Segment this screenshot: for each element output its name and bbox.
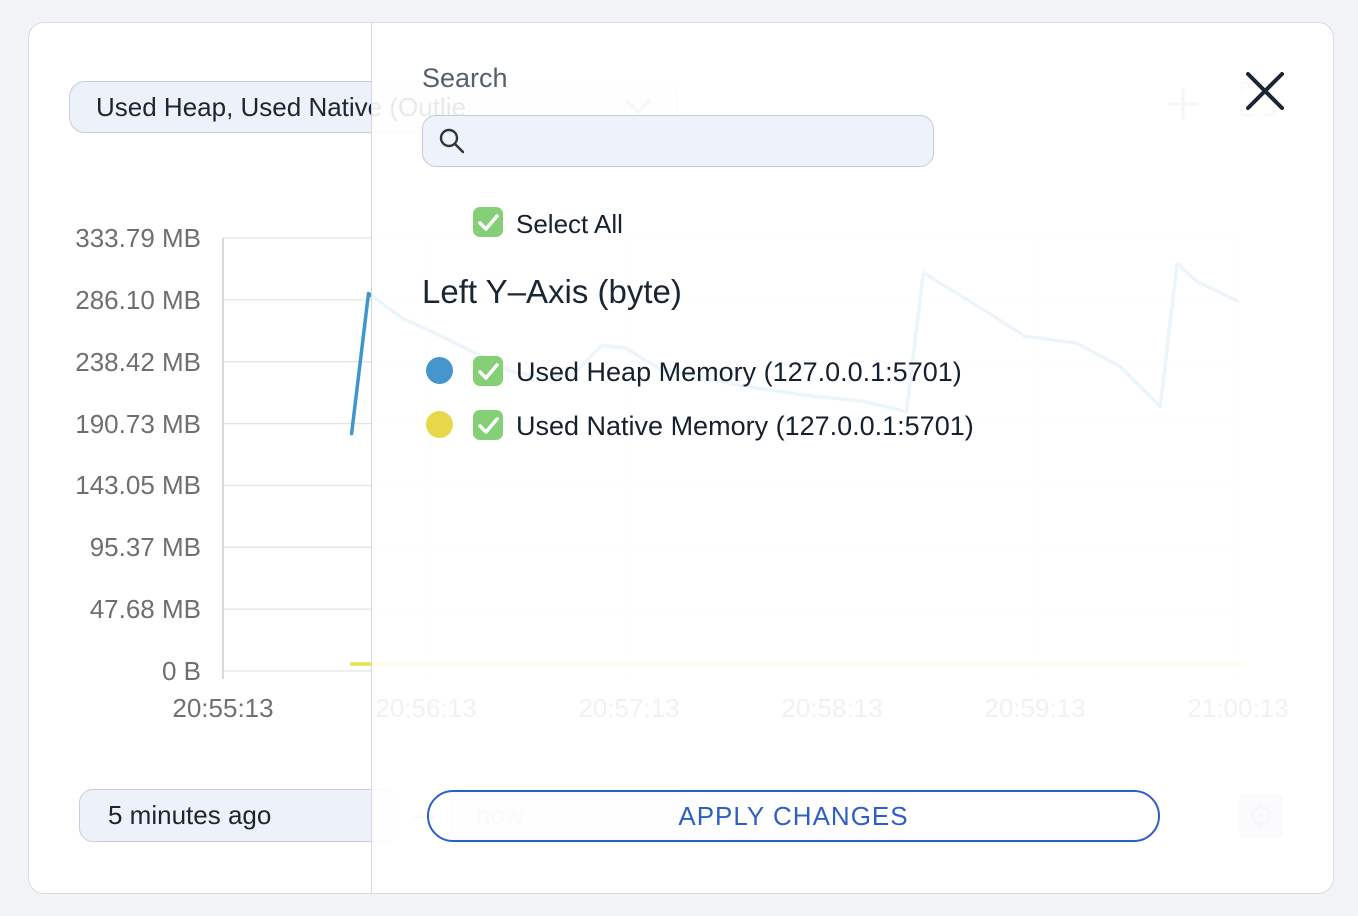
chart-widget-card: 333.79 MB 286.10 MB 238.42 MB 190.73 MB 143.… (28, 22, 1334, 894)
heap-memory-checkbox[interactable] (472, 355, 504, 387)
apply-changes-label: APPLY CHANGES (678, 801, 908, 832)
time-from-input[interactable]: 5 minutes ago (79, 789, 399, 842)
close-icon (1245, 72, 1285, 110)
time-from-value: 5 minutes ago (108, 800, 271, 831)
y-tick-label: 333.79 MB (51, 225, 201, 251)
y-tick-label: 95.37 MB (51, 534, 201, 560)
search-icon (437, 126, 467, 156)
series-selection-drawer: Search Select All Left Y–Axis (byte) Use… (371, 23, 1333, 893)
y-tick-label: 47.68 MB (51, 596, 201, 622)
series-color-dot-native (426, 411, 453, 438)
series-color-dot-heap (426, 357, 453, 384)
search-input[interactable] (422, 115, 934, 167)
y-tick-label: 238.42 MB (51, 349, 201, 375)
native-memory-label: Used Native Memory (127.0.0.1:5701) (516, 411, 974, 442)
select-all-checkbox[interactable] (472, 206, 504, 238)
y-tick-label: 0 B (51, 658, 201, 684)
y-tick-label: 143.05 MB (51, 472, 201, 498)
native-memory-checkbox[interactable] (472, 409, 504, 441)
apply-changes-button[interactable]: APPLY CHANGES (427, 790, 1160, 842)
x-tick-label: 20:55:13 (143, 695, 303, 721)
search-label: Search (422, 63, 508, 94)
y-tick-label: 190.73 MB (51, 411, 201, 437)
close-drawer-button[interactable] (1241, 67, 1289, 115)
heap-memory-label: Used Heap Memory (127.0.0.1:5701) (516, 357, 962, 388)
select-all-label: Select All (516, 209, 623, 240)
section-title: Left Y–Axis (byte) (422, 273, 682, 311)
y-tick-label: 286.10 MB (51, 287, 201, 313)
